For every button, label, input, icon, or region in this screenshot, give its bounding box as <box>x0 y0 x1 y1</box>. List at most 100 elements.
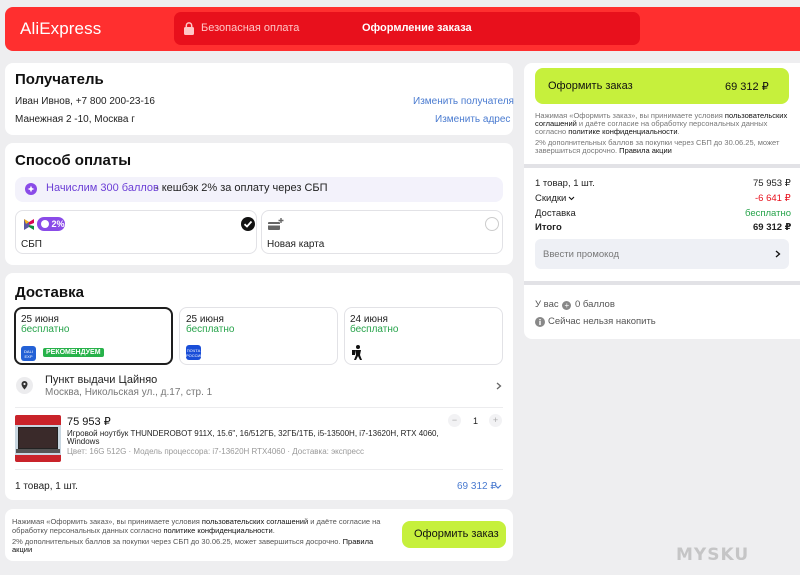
new-card-radio[interactable] <box>485 217 499 231</box>
chevron-down-icon[interactable] <box>494 484 502 490</box>
header-bar: AliExpress Безопасная оплата Оформление … <box>5 7 800 51</box>
pickup-title[interactable]: Пункт выдачи Цайняо <box>45 374 157 386</box>
points-balance: У вас + 0 баллов <box>535 299 615 310</box>
delivery-price: бесплатно <box>350 324 399 335</box>
bonus-banner: Начислим 300 баллов - кешбэк 2% за оплат… <box>15 177 503 202</box>
aliexpress-logo[interactable]: AliExpress <box>20 19 101 39</box>
change-recipient-link[interactable]: Изменить получателя <box>413 96 514 107</box>
delivery-option-1[interactable]: 25 июня бесплатно DALI EXP РЕКОМЕНДУЕМ <box>14 307 173 365</box>
sbp-label: СБП <box>21 239 42 250</box>
dali-express-logo-icon: DALI EXP <box>21 346 36 361</box>
promo-chevron-right-icon <box>775 250 781 258</box>
page-title: Оформление заказа <box>362 22 472 34</box>
bottom-promo-line1: 2% дополнительных баллов за покупки чере… <box>12 537 373 546</box>
laptop-screen <box>18 427 58 449</box>
bottom-place-order-button[interactable]: Оформить заказ <box>402 521 506 548</box>
delivery-price: бесплатно <box>186 324 235 335</box>
points-coin-icon: + <box>562 301 572 310</box>
items-label: 1 товар, 1 шт. <box>535 178 595 189</box>
total-label: Итого <box>535 222 562 233</box>
pickup-point-icon <box>16 377 33 394</box>
recipient-name-phone: Иван Ивнов, +7 800 200-23-16 <box>15 96 155 107</box>
discounts-value: -6 641 ₽ <box>755 193 791 204</box>
bottom-promo-line2[interactable]: акции <box>12 545 32 554</box>
lock-icon <box>184 22 194 35</box>
bottom-terms-line1: Нажимая «Оформить заказ», вы принимаете … <box>12 517 380 526</box>
product-name-line2[interactable]: Windows <box>67 437 99 446</box>
order-count-summary: 1 товар, 1 шт. <box>15 481 78 492</box>
place-order-total: 69 312 ₽ <box>725 81 769 93</box>
points-value: 0 баллов <box>574 299 615 310</box>
bottom-terms-text: и даёте согласие на <box>308 517 381 526</box>
sbp-cashback-badge: 2% <box>37 217 65 231</box>
product-image[interactable] <box>15 415 61 462</box>
bottom-promo-text: 2% дополнительных баллов за покупки чере… <box>12 537 343 546</box>
info-icon <box>535 317 545 327</box>
secure-payment-label: Безопасная оплата <box>201 22 300 34</box>
discounts-label[interactable]: Скидки <box>535 193 566 204</box>
divider <box>15 407 503 408</box>
divider <box>524 164 800 168</box>
privacy-policy-link[interactable]: политике конфиденциальности <box>568 127 677 136</box>
product-image-banner <box>15 415 61 425</box>
mysku-watermark: MYSKU <box>676 545 749 565</box>
delivery-option-2[interactable]: 25 июня бесплатно ПОЧТА РОССИИ <box>179 307 338 365</box>
header-secure-bar: Безопасная оплата Оформление заказа <box>174 12 640 45</box>
sbp-logo-icon <box>24 219 34 230</box>
delivery-option-3[interactable]: 24 июня бесплатно <box>344 307 503 365</box>
promo-rules-link[interactable]: Правила <box>343 537 373 546</box>
promo-code-field[interactable]: Ввести промокод <box>535 239 789 269</box>
order-total-dropdown[interactable]: 69 312 ₽ <box>457 481 497 492</box>
courier-icon <box>352 345 362 360</box>
side-terms-line3: согласно политике конфиденциальности. <box>535 127 680 136</box>
bonus-highlight: Начислим 300 баллов <box>46 182 159 194</box>
payment-option-new-card[interactable]: Новая карта <box>261 210 503 254</box>
delivery-value: бесплатно <box>745 208 792 219</box>
cannot-accumulate-note: Сейчас нельзя накопить <box>548 316 656 327</box>
promo-code-label: Ввести промокод <box>543 249 620 260</box>
bottom-terms-text: . <box>272 526 275 535</box>
side-terms-text: согласно <box>535 127 569 136</box>
points-label: У вас <box>535 299 559 310</box>
delivery-heading: Доставка <box>15 284 84 301</box>
change-address-link[interactable]: Изменить адрес <box>435 114 510 125</box>
product-price: 75 953 ₽ <box>67 416 111 428</box>
russian-post-logo-icon: ПОЧТА РОССИИ <box>186 345 203 360</box>
bottom-terms-line2: обработку персональных данных согласно п… <box>12 526 275 535</box>
delivery-price: бесплатно <box>21 324 70 335</box>
bonus-rest: - кешбэк 2% за оплату через СБП <box>155 182 328 194</box>
divider <box>15 469 503 470</box>
badge-star-icon <box>41 220 49 228</box>
promo-rules-link[interactable]: Правила акции <box>619 146 672 155</box>
qty-plus-button[interactable]: + <box>489 414 502 427</box>
recipient-address: Манежная 2 -10, Москва г <box>15 114 135 125</box>
side-promo-line2: завершиться досрочно. Правила акции <box>535 146 672 155</box>
product-name-line1[interactable]: Игровой ноутбук THUNDEROBOT 911X, 15.6",… <box>67 429 439 438</box>
new-card-label: Новая карта <box>267 239 325 250</box>
product-image-footer <box>15 455 61 462</box>
laptop-base <box>16 449 60 453</box>
qty-value[interactable]: 1 <box>473 416 478 426</box>
place-order-label: Оформить заказ <box>548 80 633 92</box>
watermark-text: MYSKU <box>676 545 750 565</box>
discounts-chevron-down-icon[interactable] <box>568 196 575 201</box>
pickup-address: Москва, Никольская ул., д.17, стр. 1 <box>45 387 213 398</box>
qty-minus-button[interactable]: − <box>448 414 461 427</box>
recipient-heading: Получатель <box>15 71 104 88</box>
bonus-star-icon <box>25 183 37 195</box>
total-value: 69 312 ₽ <box>753 222 792 233</box>
payment-option-sbp[interactable]: 2% СБП <box>15 210 257 254</box>
recommended-badge: РЕКОМЕНДУЕМ <box>43 348 104 357</box>
bottom-place-order-label: Оформить заказ <box>414 528 499 540</box>
card-plus-icon <box>268 218 284 230</box>
privacy-policy-link[interactable]: политике конфиденциальности <box>163 526 272 535</box>
items-value: 75 953 ₽ <box>753 178 791 189</box>
sbp-selected-check-icon <box>241 217 255 231</box>
payment-heading: Способ оплаты <box>15 152 132 169</box>
place-order-button[interactable]: Оформить заказ 69 312 ₽ <box>535 68 789 104</box>
side-promo-text: завершиться досрочно. <box>535 146 620 155</box>
pickup-chevron-right-icon[interactable] <box>496 382 502 390</box>
sbp-badge-text: 2% <box>51 219 65 229</box>
user-agreements-link[interactable]: пользовательских соглашений <box>202 517 308 526</box>
delivery-label: Доставка <box>535 208 576 219</box>
